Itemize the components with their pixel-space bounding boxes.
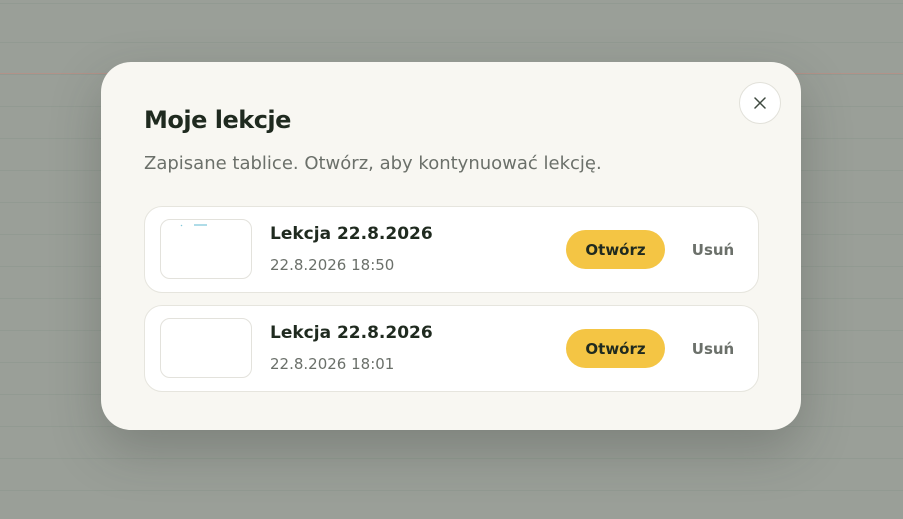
lesson-date: 22.8.2026 18:01 <box>270 355 395 373</box>
lesson-thumbnail[interactable] <box>160 318 252 378</box>
my-lessons-dialog: Moje lekcje Zapisane tablice. Otwórz, ab… <box>101 62 801 430</box>
lesson-card: Lekcja 22.8.2026 22.8.2026 18:50 Otwórz … <box>144 206 759 293</box>
lesson-thumbnail[interactable] <box>160 219 252 279</box>
lesson-title: Lekcja 22.8.2026 <box>270 224 433 244</box>
lesson-card: Lekcja 22.8.2026 22.8.2026 18:01 Otwórz … <box>144 305 759 392</box>
open-lesson-button[interactable]: Otwórz <box>566 329 665 368</box>
thumbnail-sketch <box>180 224 207 227</box>
lesson-list: Lekcja 22.8.2026 22.8.2026 18:50 Otwórz … <box>144 206 759 404</box>
open-lesson-button[interactable]: Otwórz <box>566 230 665 269</box>
dialog-title: Moje lekcje <box>144 106 291 134</box>
lesson-date: 22.8.2026 18:50 <box>270 256 395 274</box>
close-icon <box>754 97 766 109</box>
delete-lesson-button[interactable]: Usuń <box>681 329 745 368</box>
delete-lesson-button[interactable]: Usuń <box>681 230 745 269</box>
dialog-subtitle: Zapisane tablice. Otwórz, aby kontynuowa… <box>144 153 602 174</box>
lesson-title: Lekcja 22.8.2026 <box>270 323 433 343</box>
close-button[interactable] <box>739 82 781 124</box>
